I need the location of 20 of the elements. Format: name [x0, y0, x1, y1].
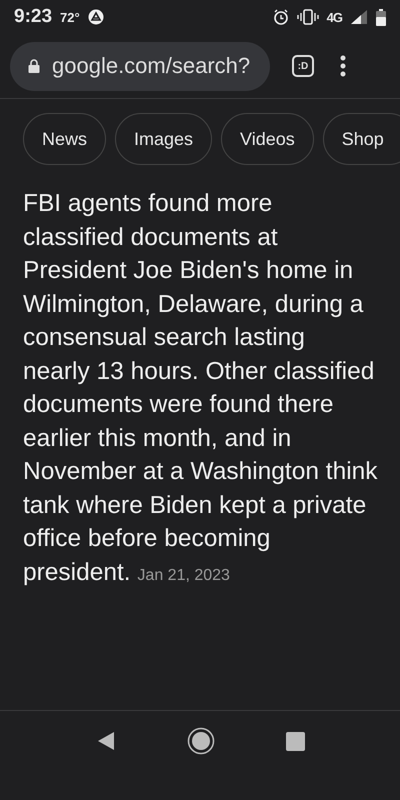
address-bar[interactable]: google.com/search?	[10, 42, 270, 90]
filter-chip[interactable]: Images	[115, 113, 212, 165]
recents-icon[interactable]	[286, 732, 304, 750]
filter-chip[interactable]: Shop	[322, 113, 400, 165]
filter-chip[interactable]: Videos	[221, 113, 314, 165]
article-snippet: FBI agents found more classified documents at President Joe Biden's home in Wilmington, Delaware, during a consensual search lasting nearly 13 hours. Other classified documents were found there earlier this month, and in November at a Washington think tank where Biden kept a private office before becoming president. Jan 21, 2023	[0, 179, 400, 711]
status-time: 9:23	[14, 6, 52, 28]
app-icon	[88, 9, 104, 25]
tab-switcher-button[interactable]: :D	[292, 55, 314, 77]
battery-icon	[376, 8, 386, 26]
home-icon[interactable]	[186, 727, 214, 755]
alarm-icon	[272, 9, 289, 25]
signal-icon	[350, 9, 368, 25]
lock-icon	[28, 59, 40, 73]
vibrate-icon	[296, 9, 319, 25]
network-type: 4G	[326, 10, 342, 24]
back-icon[interactable]	[96, 731, 116, 751]
temperature: 72°	[60, 10, 80, 24]
menu-icon[interactable]	[340, 55, 346, 77]
filter-chip[interactable]: News	[23, 113, 106, 165]
